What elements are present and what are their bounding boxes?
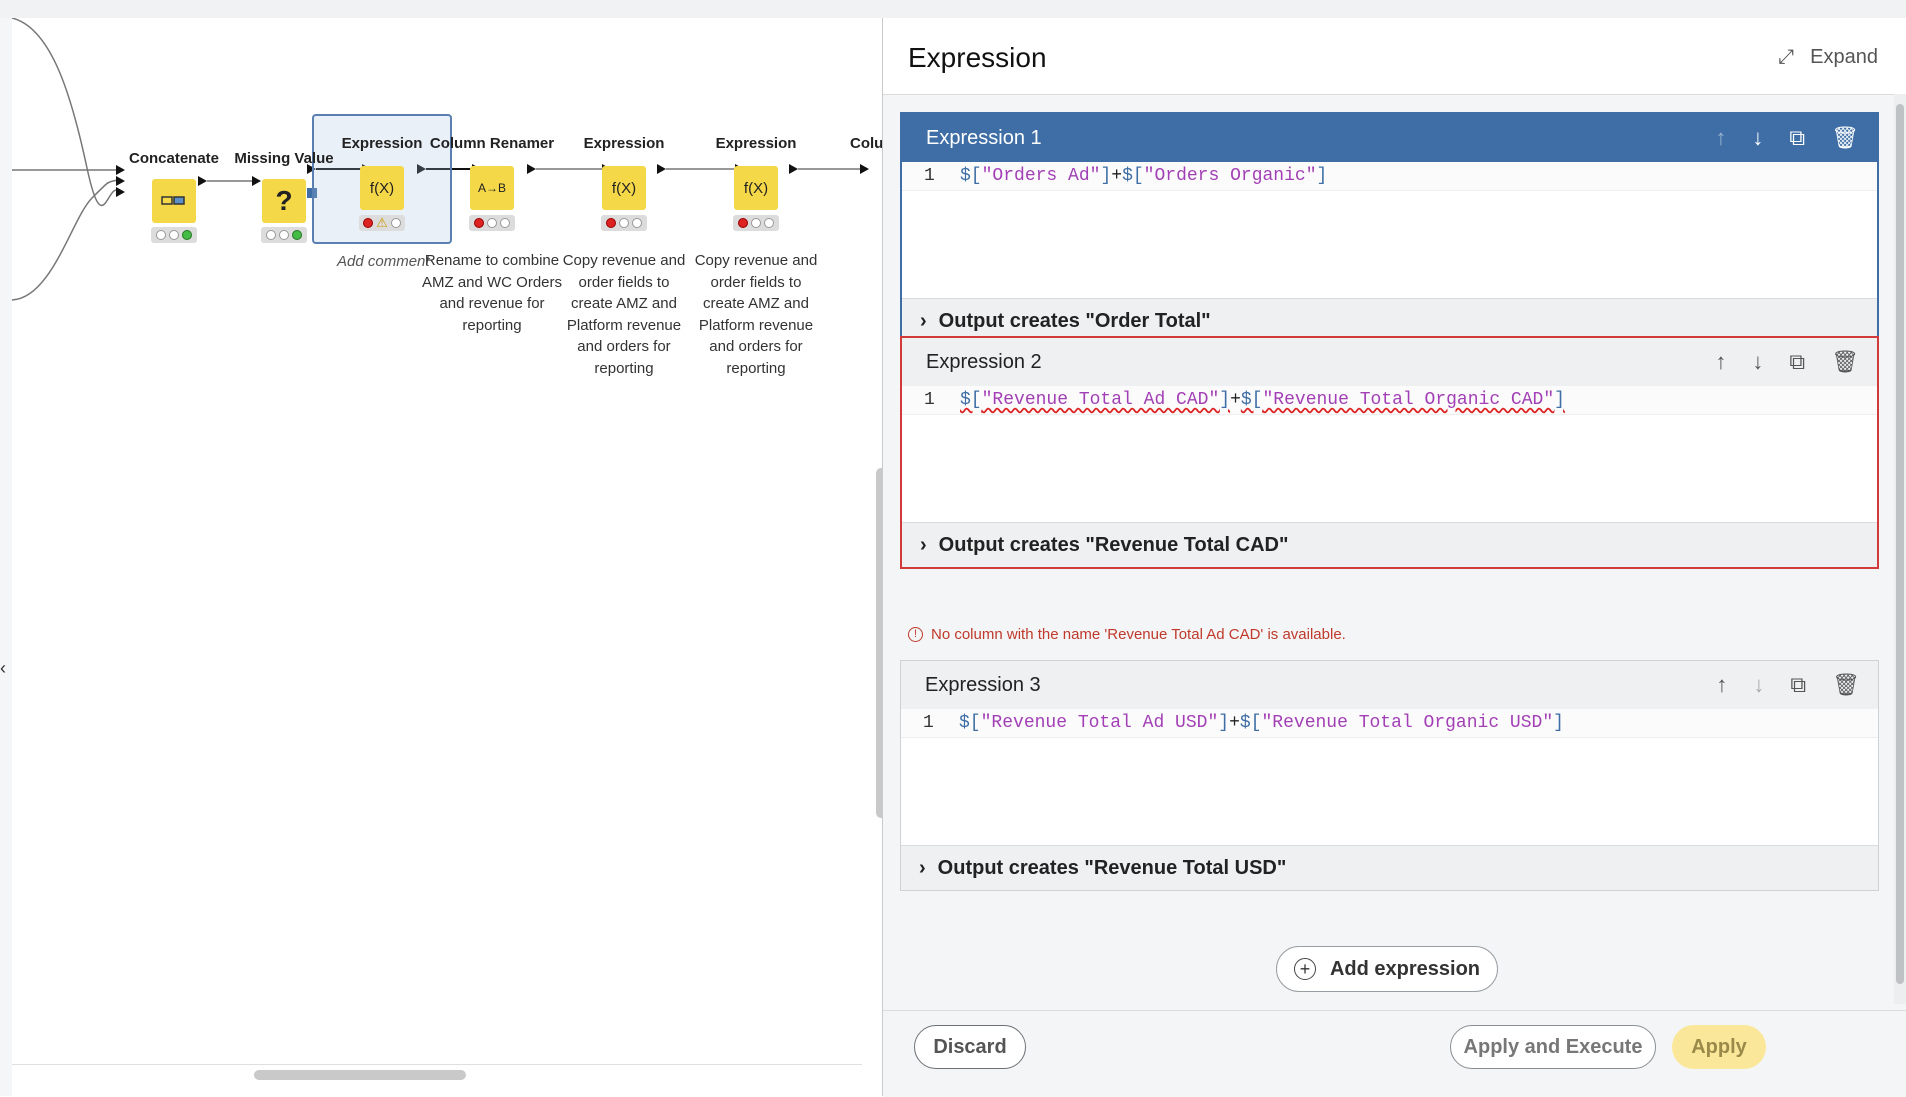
expression-card-2[interactable]: Expression 2 ↑ ↓ ⧉ 🗑 1 $["Revenue Total … [900, 336, 1879, 569]
move-up-icon[interactable]: ↑ [1716, 672, 1727, 698]
line-number: 1 [923, 713, 934, 733]
apply-and-execute-button[interactable]: Apply and Execute [1450, 1025, 1656, 1069]
line-number: 1 [924, 390, 935, 410]
column-renamer-icon: A→B [477, 181, 506, 195]
node-status-expression-2 [601, 215, 647, 231]
expand-label: Expand [1810, 46, 1878, 68]
discard-button[interactable]: Discard [914, 1025, 1026, 1069]
code-editor[interactable]: 1 $["Revenue Total Ad USD"]+$["Revenue T… [901, 709, 1878, 846]
apply-button[interactable]: Apply [1672, 1025, 1766, 1069]
expression-label: Expression 3 [925, 673, 1041, 696]
output-label: Output creates "Revenue Total CAD" [938, 533, 1289, 556]
function-icon: f(X) [743, 179, 769, 197]
node-comment-column-renamer[interactable]: Rename to combine AMZ and WC Orders and … [422, 250, 562, 336]
question-mark-icon: ? [275, 185, 293, 216]
copy-icon[interactable]: ⧉ [1790, 672, 1806, 698]
trash-icon[interactable]: 🗑 [1831, 125, 1859, 151]
add-expression-button[interactable]: + Add expression [1276, 946, 1498, 992]
node-title-expression-3: Expression [715, 135, 797, 152]
node-status-concatenate [151, 227, 197, 243]
code-text[interactable]: $["Orders Ad"]+$["Orders Organic"] [960, 166, 1327, 186]
canvas-bottom-border [12, 1064, 862, 1065]
node-status-expression-3 [733, 215, 779, 231]
node-comment-expression-3[interactable]: Copy revenue and order fields to create … [695, 250, 818, 379]
expression-label: Expression 2 [926, 350, 1042, 373]
function-icon: f(X) [611, 179, 637, 197]
panel-header: Expression ⤢ Expand [883, 18, 1906, 95]
add-expression-label: Add expression [1329, 957, 1481, 980]
node-expression-2[interactable]: f(X) [602, 166, 646, 210]
copy-icon[interactable]: ⧉ [1789, 349, 1805, 375]
panel-scrollbar[interactable] [1894, 94, 1906, 1004]
trash-icon[interactable]: 🗑 [1832, 672, 1860, 698]
output-toggle[interactable]: › Output creates "Revenue Total CAD" [902, 523, 1877, 567]
workflow-canvas[interactable]: Concatenate Missing Value ? Expression f… [12, 18, 882, 1096]
node-column-renamer[interactable]: A→B [470, 166, 514, 210]
panel-footer: Discard Apply and Execute Apply [883, 1010, 1906, 1097]
line-number: 1 [924, 166, 935, 186]
expression-panel: Expression ⤢ Expand Expression 1 ↑ ↓ ⧉ 🗑… [883, 18, 1906, 1097]
function-icon: f(X) [369, 179, 395, 197]
error-text: No column with the name 'Revenue Total A… [931, 626, 1346, 643]
add-comment-link[interactable]: Add comment [337, 253, 430, 270]
move-down-icon[interactable]: ↓ [1752, 125, 1763, 151]
expression-card-header[interactable]: Expression 3 ↑ ↓ ⧉ 🗑 [901, 661, 1878, 709]
expand-icon: ⤢ [1778, 46, 1795, 68]
code-editor[interactable]: 1 $["Orders Ad"]+$["Orders Organic"] [902, 162, 1877, 299]
move-up-icon[interactable]: ↑ [1715, 349, 1726, 375]
code-text[interactable]: $["Revenue Total Ad USD"]+$["Revenue Tot… [959, 713, 1564, 733]
code-editor[interactable]: 1 $["Revenue Total Ad CAD"]+$["Revenue T… [902, 386, 1877, 523]
error-icon: ! [908, 627, 923, 642]
expression-card-1[interactable]: Expression 1 ↑ ↓ ⧉ 🗑 1 $["Orders Ad"]+$[… [900, 112, 1879, 345]
expression-card-header[interactable]: Expression 1 ↑ ↓ ⧉ 🗑 [902, 114, 1877, 162]
chevron-right-icon: › [919, 856, 926, 879]
node-expression-1[interactable]: f(X) [360, 166, 404, 210]
expression-card-3[interactable]: Expression 3 ↑ ↓ ⧉ 🗑 1 $["Revenue Total … [900, 660, 1879, 891]
node-status-missing-value [261, 227, 307, 243]
plus-circle-icon: + [1293, 958, 1316, 980]
node-title-concatenate: Concatenate [128, 150, 220, 167]
trash-icon[interactable]: 🗑 [1831, 349, 1859, 375]
chevron-right-icon: › [920, 533, 927, 556]
node-concatenate[interactable] [152, 179, 196, 223]
panel-title: Expression [908, 42, 1047, 73]
move-up-icon[interactable]: ↑ [1715, 125, 1726, 151]
node-expression-3[interactable]: f(X) [734, 166, 778, 210]
copy-icon[interactable]: ⧉ [1789, 125, 1805, 151]
output-label: Output creates "Revenue Total USD" [937, 856, 1287, 879]
node-title-expression-1: Expression [341, 135, 423, 152]
chevron-right-icon: › [920, 309, 927, 332]
expression-card-header[interactable]: Expression 2 ↑ ↓ ⧉ 🗑 [902, 338, 1877, 386]
output-toggle[interactable]: › Output creates "Revenue Total USD" [901, 846, 1878, 890]
expression-label: Expression 1 [926, 126, 1042, 149]
node-status-column-renamer [469, 215, 515, 231]
node-title-column-partial: Colu [850, 135, 882, 152]
node-title-column-renamer: Column Renamer [429, 135, 555, 152]
expand-button[interactable]: ⤢ Expand [1778, 46, 1878, 69]
node-missing-value[interactable]: ? [262, 179, 306, 223]
code-text[interactable]: $["Revenue Total Ad CAD"]+$["Revenue Tot… [960, 390, 1565, 410]
node-title-expression-2: Expression [583, 135, 665, 152]
move-down-icon[interactable]: ↓ [1752, 349, 1763, 375]
node-comment-expression-2[interactable]: Copy revenue and order fields to create … [563, 250, 686, 379]
move-down-icon[interactable]: ↓ [1753, 672, 1764, 698]
canvas-horizontal-scrollbar[interactable] [254, 1070, 466, 1080]
error-message: ! No column with the name 'Revenue Total… [908, 626, 1346, 643]
top-bar [0, 0, 1906, 19]
concatenate-icon [161, 196, 185, 205]
warning-icon: ⚠ [376, 215, 388, 230]
node-status-expression-1: ⚠ [359, 215, 405, 231]
chevron-left-icon[interactable]: ‹ [0, 658, 6, 679]
output-label: Output creates "Order Total" [938, 309, 1211, 332]
node-title-missing-value: Missing Value [234, 150, 334, 167]
